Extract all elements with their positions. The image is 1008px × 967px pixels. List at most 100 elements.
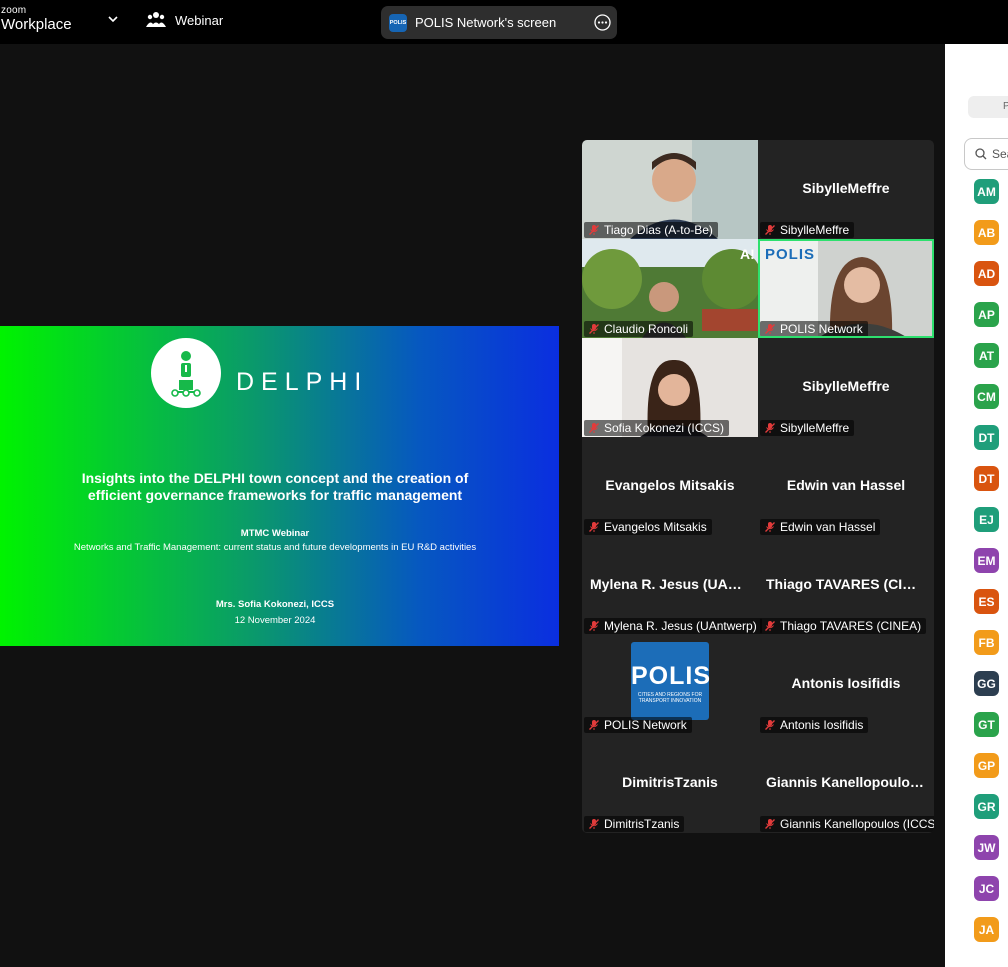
participant-name: Evangelos Mitsakis	[605, 477, 735, 493]
participant-label: Claudio Roncoli	[584, 321, 694, 337]
participant-tile[interactable]: Evangelos Mitsakis Evangelos Mitsakis	[582, 437, 758, 536]
slide-author: Mrs. Sofia Kokonezi, ICCS	[215, 599, 335, 610]
participant-label: POLIS Network	[760, 321, 868, 337]
participant-avatar[interactable]: EM	[974, 548, 999, 573]
polis-logo-icon: POLIS CITIES AND REGIONS FOR TRANSPORT IN…	[631, 642, 712, 720]
participant-tile[interactable]: Edwin van Hassel Edwin van Hassel	[758, 437, 934, 536]
shared-slide: DELPHI Insights into the DELPHI town con…	[0, 326, 559, 646]
muted-mic-icon	[765, 423, 775, 433]
muted-mic-icon	[765, 225, 775, 235]
participant-label: Tiago Dias (A-to-Be)	[584, 222, 718, 238]
participant-avatar[interactable]: JA	[974, 917, 999, 942]
participant-label-text: Giannis Kanellopoulos (ICCS)	[780, 817, 934, 831]
svg-text:A!: A!	[740, 246, 755, 262]
share-title: POLIS Network's screen	[415, 15, 557, 30]
muted-mic-icon	[589, 225, 599, 235]
participant-label: Antonis Iosifidis	[760, 717, 869, 733]
participant-label-text: Mylena R. Jesus (UAntwerp)	[604, 619, 757, 633]
participant-name: Mylena R. Jesus (UAntwerp)	[590, 576, 758, 592]
muted-mic-icon	[765, 720, 775, 730]
chevron-down-icon[interactable]	[106, 12, 120, 26]
slide-title: Insights into the DELPHI town concept an…	[81, 470, 469, 503]
more-options-icon[interactable]	[594, 14, 611, 31]
participant-tile[interactable]: A! Claudio Roncoli	[582, 239, 762, 338]
participant-search-input[interactable]: Search	[964, 138, 1008, 170]
participant-avatar[interactable]: JC	[974, 876, 999, 901]
participant-gallery: Tiago Dias (A-to-Be) SibylleMeffre Sibylle…	[582, 140, 934, 833]
participant-label-text: POLIS Network	[780, 322, 863, 336]
participant-avatar[interactable]: GG	[974, 671, 999, 696]
participant-avatar[interactable]: AT	[974, 343, 999, 368]
muted-mic-icon	[589, 621, 599, 631]
slide-subtitle-2: Networks and Traffic Management: current…	[73, 542, 477, 553]
participant-avatar[interactable]: ES	[974, 589, 999, 614]
participant-tile[interactable]: Mylena R. Jesus (UAntwerp) Mylena R. Jesu…	[582, 536, 762, 635]
participant-tile[interactable]: Sofia Kokonezi (ICCS)	[582, 338, 758, 437]
participant-name: SibylleMeffre	[802, 378, 890, 394]
participant-avatar[interactable]: JW	[974, 835, 999, 860]
participant-tile[interactable]: Giannis Kanellopoulos (ICCS) Giannis Kane…	[758, 734, 934, 833]
participant-label: Mylena R. Jesus (UAntwerp)	[584, 618, 762, 634]
participant-avatar[interactable]: FB	[974, 630, 999, 655]
participant-name: Thiago TAVARES (CINEA)	[766, 576, 934, 592]
attendees-icon	[146, 12, 166, 27]
participant-tile[interactable]: Thiago TAVARES (CINEA) Thiago TAVARES (CI…	[758, 536, 934, 635]
participant-tile[interactable]: SibylleMeffre SibylleMeffre	[758, 140, 934, 239]
participant-label-text: Tiago Dias (A-to-Be)	[604, 223, 713, 237]
muted-mic-icon	[589, 324, 599, 334]
participant-label: Sofia Kokonezi (ICCS)	[584, 420, 730, 436]
participant-label: DimitrisTzanis	[584, 816, 685, 832]
participant-avatar[interactable]: AB	[974, 220, 999, 245]
participant-tile[interactable]: Tiago Dias (A-to-Be)	[582, 140, 758, 239]
participant-avatar[interactable]: GP	[974, 753, 999, 778]
polis-logo-icon: POLIS	[765, 246, 816, 263]
participant-tile[interactable]: POLIS POLIS Network	[758, 239, 934, 338]
participant-name: Antonis Iosifidis	[791, 675, 901, 691]
screen-share-indicator[interactable]: POLIS POLIS Network's screen	[381, 6, 617, 39]
participant-avatar[interactable]: CM	[974, 384, 999, 409]
muted-mic-icon	[589, 522, 599, 532]
participant-label: SibylleMeffre	[760, 222, 855, 238]
participant-label-text: Claudio Roncoli	[604, 322, 689, 336]
participant-label-text: Edwin van Hassel	[780, 520, 876, 534]
participants-panel: P Search AM AB AD AP AT CM DT DT EJ EM ES FB GG GT GP G…	[945, 44, 1008, 967]
panel-tab[interactable]: P	[968, 96, 1008, 118]
participant-avatar[interactable]: AM	[974, 179, 999, 204]
slide-date: 12 November 2024	[234, 615, 316, 626]
search-icon	[975, 148, 987, 160]
participant-avatar[interactable]: GR	[974, 794, 999, 819]
participant-avatar[interactable]: AD	[974, 261, 999, 286]
participant-name: SibylleMeffre	[802, 180, 890, 196]
participant-name: Edwin van Hassel	[786, 477, 906, 493]
participant-tile[interactable]: SibylleMeffre SibylleMeffre	[758, 338, 934, 437]
participant-label: Thiago TAVARES (CINEA)	[760, 618, 927, 634]
polis-logo-text: POLIS	[631, 662, 712, 690]
participant-avatar[interactable]: DT	[974, 466, 999, 491]
muted-mic-icon	[589, 720, 599, 730]
participant-avatar[interactable]: AP	[974, 302, 999, 327]
participant-tile[interactable]: POLIS CITIES AND REGIONS FOR TRANSPORT IN…	[582, 635, 758, 734]
webinar-label: Webinar	[175, 12, 224, 28]
participant-tile[interactable]: Antonis Iosifidis Antonis Iosifidis	[758, 635, 934, 734]
participant-avatar[interactable]: GT	[974, 712, 999, 737]
muted-mic-icon	[765, 819, 775, 829]
participant-label: Edwin van Hassel	[760, 519, 881, 535]
participant-label-text: Antonis Iosifidis	[780, 718, 864, 732]
muted-mic-icon	[765, 324, 775, 334]
participant-label: Giannis Kanellopoulos (ICCS)	[760, 816, 934, 832]
brand-small: zoom	[1, 5, 27, 16]
panel-tab-label: P	[1003, 101, 1008, 112]
participant-avatar[interactable]: EJ	[974, 507, 999, 532]
participant-label: Evangelos Mitsakis	[584, 519, 712, 535]
participant-label-text: SibylleMeffre	[780, 223, 850, 237]
participant-label-text: Sofia Kokonezi (ICCS)	[604, 421, 725, 435]
participant-tile[interactable]: DimitrisTzanis DimitrisTzanis	[582, 734, 758, 833]
zoom-brand[interactable]: zoom Workplace	[1, 5, 72, 34]
participant-label-text: Thiago TAVARES (CINEA)	[780, 619, 922, 633]
participant-name: Giannis Kanellopoulos (ICCS)	[766, 774, 934, 790]
participant-avatar[interactable]: DT	[974, 425, 999, 450]
delphi-wordmark: DELPHI	[236, 368, 369, 396]
webinar-indicator[interactable]: Webinar	[146, 11, 223, 29]
muted-mic-icon	[765, 522, 775, 532]
participant-label: POLIS Network	[584, 717, 692, 733]
